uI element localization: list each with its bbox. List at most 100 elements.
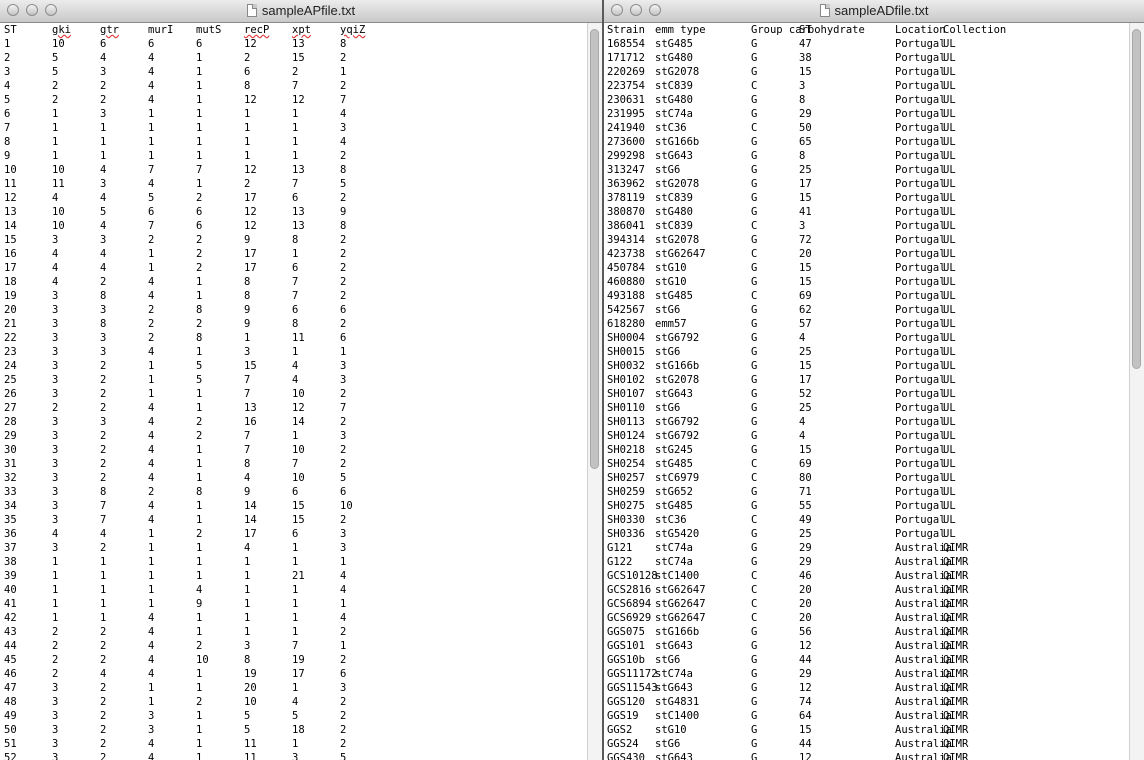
table-row: 11 11 3 4 1 2 7 5 [0, 177, 588, 191]
table-row: 34 3 7 4 1 14 15 10 [0, 499, 588, 513]
table-row: GGS075 stG166b G 56 Australia QIMR [604, 625, 1130, 639]
table-cell: C [751, 290, 758, 302]
table-cell: stG166b [655, 360, 700, 372]
table-cell: 25 [799, 402, 812, 414]
table-cell: 33 [4, 486, 17, 498]
table-cell: stG6 [655, 738, 681, 750]
table-row: SH0015 stG6 G 25 Portugal UL [604, 345, 1130, 359]
table-cell: Portugal [895, 108, 946, 120]
table-cell: 8 [100, 486, 107, 498]
table-row: 313247 stG6 G 25 Portugal UL [604, 163, 1130, 177]
vertical-scrollbar[interactable] [1129, 23, 1144, 760]
table-cell: 3 [100, 346, 107, 358]
scrollbar-thumb[interactable] [1132, 29, 1141, 369]
table-cell: QIMR [943, 752, 969, 760]
table-cell: 6 [292, 304, 299, 316]
table-cell: 3 [52, 738, 59, 750]
table-cell: G [751, 360, 758, 372]
table-cell: 2 [196, 248, 203, 260]
table-cell: 1 [148, 122, 155, 134]
table-cell: 3 [52, 710, 59, 722]
table-row: 41 1 1 1 9 1 1 1 [0, 597, 588, 611]
scrollbar-thumb[interactable] [590, 29, 599, 469]
table-cell: G [751, 738, 758, 750]
table-cell: 1 [148, 262, 155, 274]
table-cell: UL [943, 360, 956, 372]
table-cell: 3 [52, 318, 59, 330]
table-row: SH0102 stG2078 G 17 Portugal UL [604, 373, 1130, 387]
vertical-scrollbar[interactable] [587, 23, 602, 760]
table-cell: 1 [148, 584, 155, 596]
table-cell: 4 [799, 416, 806, 428]
table-cell: 1 [196, 738, 203, 750]
table-cell: 4 [340, 584, 347, 596]
table-cell: 1 [196, 542, 203, 554]
table-cell: 7 [4, 122, 11, 134]
table-cell: stC6979 [655, 472, 700, 484]
table-cell: UL [943, 346, 956, 358]
table-cell: SH0336 [607, 528, 645, 540]
table-cell: 18 [292, 724, 305, 736]
table-cell: Portugal [895, 178, 946, 190]
table-cell: G [751, 696, 758, 708]
table-cell: 10 [292, 444, 305, 456]
table-cell: 29 [799, 542, 812, 554]
table-cell: 24 [4, 360, 17, 372]
table-cell: 5 [52, 52, 59, 64]
table-cell: 71 [799, 486, 812, 498]
table-cell: Portugal [895, 528, 946, 540]
table-cell: 2 [100, 388, 107, 400]
table-row: 168554 stG485 G 47 Portugal UL [604, 37, 1130, 51]
table-cell: 2 [100, 444, 107, 456]
titlebar[interactable]: sampleADfile.txt [604, 0, 1144, 23]
table-cell: 3 [340, 374, 347, 386]
table-cell: 10 [244, 696, 257, 708]
table-row: 19 3 8 4 1 8 7 2 [0, 289, 588, 303]
table-cell: 12 [799, 640, 812, 652]
titlebar[interactable]: sampleAPfile.txt [0, 0, 602, 23]
table-cell: UL [943, 500, 956, 512]
table-cell: 1 [148, 150, 155, 162]
table-row: 24 3 2 1 5 15 4 3 [0, 359, 588, 373]
table-cell: 1 [196, 346, 203, 358]
text-content[interactable]: ST gki gtr murI mutS recP xpt yqiZ 1 10 6 6 6 12 13 8 2 5… [0, 23, 588, 760]
table-cell: 4 [244, 472, 251, 484]
table-cell: Portugal [895, 234, 946, 246]
table-cell: 363962 [607, 178, 645, 190]
table-cell: 7 [196, 164, 203, 176]
text-content[interactable]: Strain emm type Group carbohydrate ST Locati… [604, 23, 1130, 760]
table-cell: 7 [100, 500, 107, 512]
table-cell: emm57 [655, 318, 687, 330]
table-cell: 1 [196, 724, 203, 736]
table-cell: 10 [340, 500, 353, 512]
table-cell: QIMR [943, 696, 969, 708]
table-cell: 19 [4, 290, 17, 302]
table-cell: 12 [244, 220, 257, 232]
table-cell: 6 [196, 38, 203, 50]
table-row: 273600 stG166b G 65 Portugal UL [604, 135, 1130, 149]
table-cell: G [751, 262, 758, 274]
table-cell: 1 [196, 402, 203, 414]
table-cell: 20 [799, 612, 812, 624]
table-cell: UL [943, 514, 956, 526]
table-cell: 1 [244, 122, 251, 134]
table-cell: Portugal [895, 444, 946, 456]
table-cell: 2 [148, 304, 155, 316]
table-cell: 12 [799, 682, 812, 694]
table-cell: 7 [292, 458, 299, 470]
table-cell: Portugal [895, 136, 946, 148]
table-cell: 2 [340, 458, 347, 470]
table-cell: 1 [340, 640, 347, 652]
table-cell: 44 [799, 654, 812, 666]
table-cell: 6 [196, 206, 203, 218]
table-row: 241940 stC36 C 50 Portugal UL [604, 121, 1130, 135]
column-header: Location [895, 24, 946, 36]
table-cell: 1 [4, 38, 11, 50]
table-cell: 38 [799, 52, 812, 64]
table-cell: stG10 [655, 276, 687, 288]
table-cell: 2 [100, 724, 107, 736]
column-header: mutS [196, 24, 222, 36]
table-cell: 1 [100, 122, 107, 134]
table-cell: stG480 [655, 206, 693, 218]
table-cell: 4 [148, 654, 155, 666]
